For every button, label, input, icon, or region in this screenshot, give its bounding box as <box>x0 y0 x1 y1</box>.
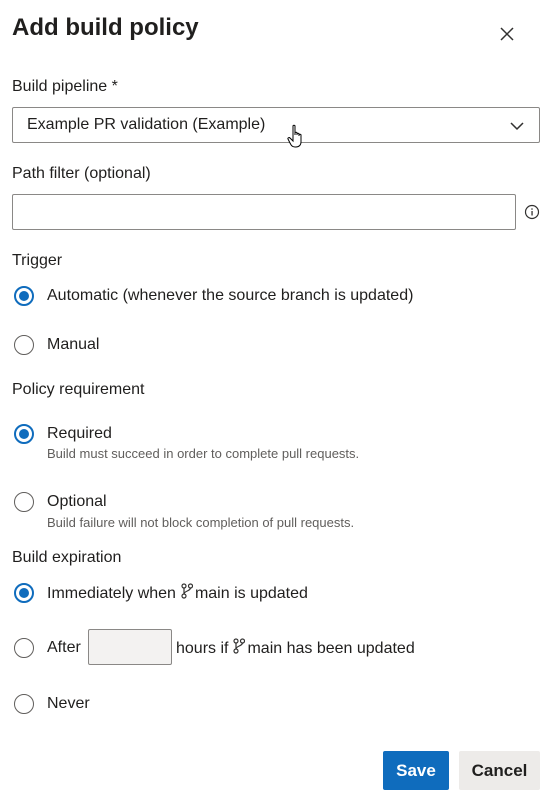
expiration-after-suffix: main has been updated <box>247 640 415 657</box>
policy-optional-radio[interactable] <box>14 492 34 512</box>
expiration-after-radio[interactable] <box>14 638 34 658</box>
expiration-immediately-suffix: main is updated <box>194 585 308 602</box>
policy-requirement-label: Policy requirement <box>12 381 145 398</box>
expiration-immediately-option[interactable]: Immediately when main is updated <box>14 583 308 604</box>
trigger-manual-option[interactable]: Manual <box>14 335 99 355</box>
expiration-after-prefix: After <box>47 639 81 656</box>
dialog-title: Add build policy <box>12 14 199 41</box>
trigger-automatic-radio[interactable] <box>14 286 34 306</box>
policy-optional-label: Optional <box>47 493 107 510</box>
policy-required-label: Required <box>47 425 112 442</box>
trigger-manual-label: Manual <box>47 336 100 353</box>
policy-required-description: Build must succeed in order to complete … <box>47 446 360 461</box>
expiration-after-option[interactable]: After <box>14 638 81 658</box>
build-expiration-label: Build expiration <box>12 549 122 566</box>
expiration-never-option[interactable]: Never <box>14 694 90 714</box>
trigger-automatic-label: Automatic (whenever the source branch is… <box>47 287 414 304</box>
close-icon <box>500 27 514 41</box>
save-button[interactable]: Save <box>383 751 449 790</box>
hand-pointer-icon <box>287 124 302 148</box>
policy-required-option[interactable]: Required <box>14 424 112 444</box>
info-icon[interactable] <box>524 204 540 220</box>
trigger-label: Trigger <box>12 252 63 269</box>
policy-optional-description: Build failure will not block completion … <box>47 515 355 530</box>
path-filter-label: Path filter (optional) <box>12 165 151 182</box>
build-pipeline-selected-value: Example PR validation (Example) <box>27 116 266 133</box>
expiration-never-label: Never <box>47 695 90 712</box>
cancel-button[interactable]: Cancel <box>459 751 540 790</box>
expiration-never-radio[interactable] <box>14 694 34 714</box>
expiration-immediately-radio[interactable] <box>14 583 34 603</box>
close-button[interactable] <box>492 20 522 48</box>
build-pipeline-label: Build pipeline * <box>12 78 118 95</box>
expiration-immediately-prefix: Immediately when <box>47 585 176 602</box>
branch-icon <box>233 638 246 654</box>
expiration-hours-input[interactable] <box>88 629 172 665</box>
trigger-manual-radio[interactable] <box>14 335 34 355</box>
expiration-after-middle: hours if <box>176 640 229 657</box>
build-pipeline-dropdown[interactable]: Example PR validation (Example) <box>12 107 540 143</box>
trigger-automatic-option[interactable]: Automatic (whenever the source branch is… <box>14 286 413 306</box>
policy-required-radio[interactable] <box>14 424 34 444</box>
add-build-policy-dialog: Add build policy Build pipeline * Exampl… <box>0 0 556 792</box>
branch-icon <box>181 583 193 599</box>
chevron-down-icon <box>510 122 524 131</box>
policy-optional-option[interactable]: Optional <box>14 492 107 512</box>
path-filter-input[interactable] <box>12 194 516 230</box>
